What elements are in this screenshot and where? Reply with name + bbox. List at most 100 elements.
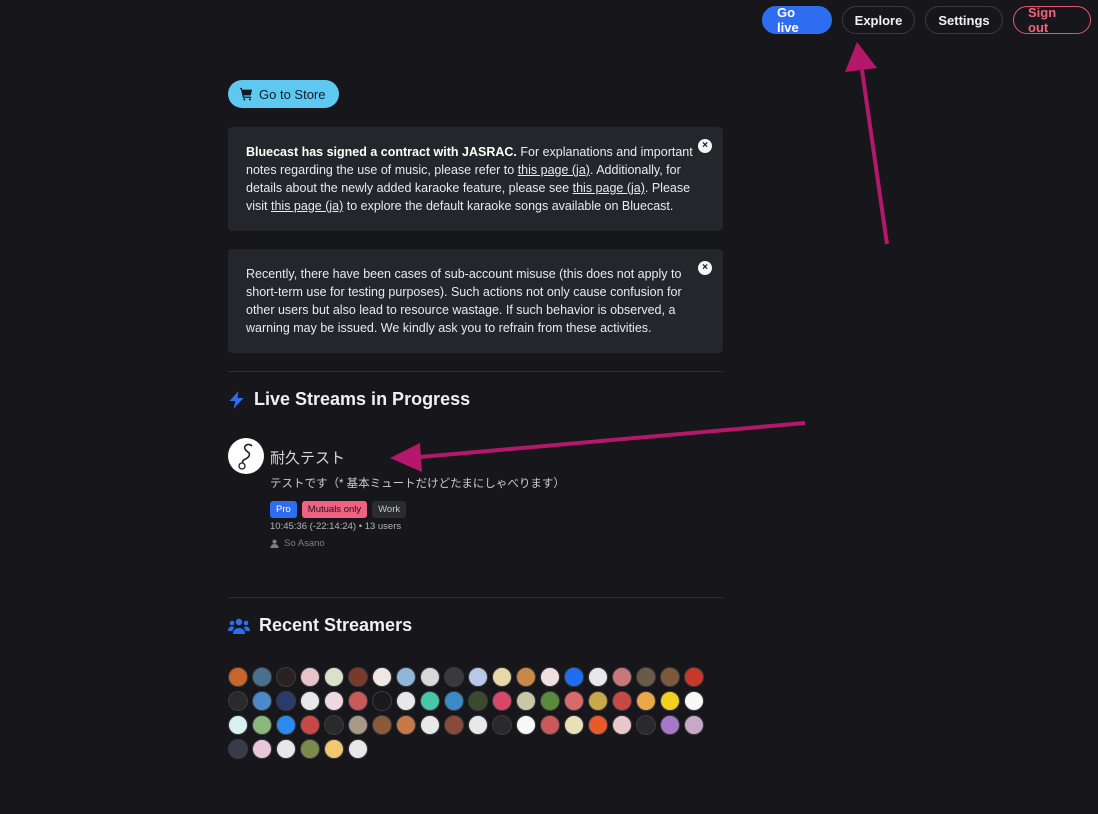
streamer-avatar[interactable] xyxy=(492,691,512,711)
streamer-avatar[interactable] xyxy=(420,715,440,735)
streamer-avatar[interactable] xyxy=(300,739,320,759)
streamer-avatar[interactable] xyxy=(420,667,440,687)
streamer-avatar[interactable] xyxy=(444,691,464,711)
streamer-avatar[interactable] xyxy=(252,739,272,759)
streamer-avatar[interactable] xyxy=(660,691,680,711)
streamer-avatar[interactable] xyxy=(684,667,704,687)
main-content: Go to Store × Bluecast has signed a cont… xyxy=(228,80,723,759)
streamer-avatar[interactable] xyxy=(540,691,560,711)
cart-icon xyxy=(239,87,253,101)
streamer-avatar[interactable] xyxy=(372,691,392,711)
streamer-avatar[interactable] xyxy=(540,667,560,687)
notice-text: to explore the default karaoke songs ava… xyxy=(343,199,674,213)
streamer-avatar[interactable] xyxy=(396,715,416,735)
top-nav: Go live Explore Settings Sign out xyxy=(762,5,1091,35)
sign-out-button[interactable]: Sign out xyxy=(1013,5,1091,35)
streamer-avatar[interactable] xyxy=(636,691,656,711)
streamer-avatar[interactable] xyxy=(660,715,680,735)
streamer-avatar[interactable] xyxy=(468,715,488,735)
streamer-avatar[interactable] xyxy=(516,715,536,735)
streamer-avatar[interactable] xyxy=(564,691,584,711)
streamer-avatar[interactable] xyxy=(540,715,560,735)
karaoke-page-link[interactable]: this page (ja) xyxy=(573,181,645,195)
streamer-avatar[interactable] xyxy=(252,691,272,711)
streamer-avatar[interactable] xyxy=(588,715,608,735)
streamer-avatar[interactable] xyxy=(492,715,512,735)
streamer-avatar[interactable] xyxy=(612,667,632,687)
streamer-avatar[interactable] xyxy=(588,667,608,687)
explore-button[interactable]: Explore xyxy=(842,6,915,34)
settings-button[interactable]: Settings xyxy=(925,6,1003,34)
streamer-avatar[interactable] xyxy=(612,715,632,735)
live-streams-heading: Live Streams in Progress xyxy=(228,389,723,410)
streamer-avatar[interactable] xyxy=(396,691,416,711)
streamer-avatar[interactable] xyxy=(684,715,704,735)
streamer-avatar[interactable] xyxy=(564,667,584,687)
mutuals-only-badge: Mutuals only xyxy=(301,501,368,518)
streamer-avatar[interactable] xyxy=(444,715,464,735)
streamer-avatar[interactable] xyxy=(324,715,344,735)
streamer-avatar[interactable] xyxy=(324,691,344,711)
music-page-link[interactable]: this page (ja) xyxy=(518,163,590,177)
stream-avatar[interactable] xyxy=(228,438,264,474)
users-icon xyxy=(228,618,250,634)
streamer-avatar[interactable] xyxy=(228,739,248,759)
stream-user[interactable]: So Asano xyxy=(270,538,565,549)
streamer-avatar[interactable] xyxy=(468,667,488,687)
user-icon xyxy=(270,539,279,548)
live-stream-item[interactable]: 耐久テスト テストです（* 基本ミュートだけどたまにしゃべります） Pro Mu… xyxy=(228,438,723,549)
streamer-avatar[interactable] xyxy=(564,715,584,735)
streamer-avatar[interactable] xyxy=(228,667,248,687)
karaoke-songs-link[interactable]: this page (ja) xyxy=(271,199,343,213)
streamer-avatar[interactable] xyxy=(324,667,344,687)
streamer-avatar[interactable] xyxy=(348,739,368,759)
streamer-avatar[interactable] xyxy=(300,667,320,687)
go-to-store-button[interactable]: Go to Store xyxy=(228,80,340,108)
close-notice-icon[interactable]: × xyxy=(698,139,712,153)
streamer-avatar[interactable] xyxy=(372,715,392,735)
streamer-avatar[interactable] xyxy=(444,667,464,687)
streamer-avatar[interactable] xyxy=(348,691,368,711)
close-notice-icon[interactable]: × xyxy=(698,261,712,275)
streamer-avatar[interactable] xyxy=(612,691,632,711)
notice-text: Recently, there have been cases of sub-a… xyxy=(246,267,682,335)
streamer-avatar[interactable] xyxy=(420,691,440,711)
notice-bold-text: Bluecast has signed a contract with JASR… xyxy=(246,145,517,159)
streamer-avatar[interactable] xyxy=(300,691,320,711)
streamer-avatar[interactable] xyxy=(252,715,272,735)
streamer-avatar[interactable] xyxy=(276,715,296,735)
streamer-avatar[interactable] xyxy=(252,667,272,687)
streamer-avatar[interactable] xyxy=(396,667,416,687)
divider xyxy=(228,371,723,372)
streamer-avatar[interactable] xyxy=(228,715,248,735)
recent-streamers-grid xyxy=(228,667,708,759)
streamer-avatar[interactable] xyxy=(516,691,536,711)
recent-streamers-heading: Recent Streamers xyxy=(228,615,723,636)
stream-user-name: So Asano xyxy=(284,538,325,549)
streamer-avatar[interactable] xyxy=(468,691,488,711)
streamer-avatar[interactable] xyxy=(348,667,368,687)
streamer-avatar[interactable] xyxy=(660,667,680,687)
arrow-head-icon xyxy=(845,42,877,72)
streamer-avatar[interactable] xyxy=(636,715,656,735)
jasrac-notice: × Bluecast has signed a contract with JA… xyxy=(228,127,723,231)
go-to-store-label: Go to Store xyxy=(259,86,326,102)
live-streams-title: Live Streams in Progress xyxy=(254,389,471,409)
streamer-avatar[interactable] xyxy=(276,691,296,711)
divider xyxy=(228,597,723,598)
streamer-avatar[interactable] xyxy=(228,691,248,711)
streamer-avatar[interactable] xyxy=(372,667,392,687)
stream-title[interactable]: 耐久テスト xyxy=(270,447,565,468)
streamer-avatar[interactable] xyxy=(276,739,296,759)
streamer-avatar[interactable] xyxy=(516,667,536,687)
go-live-button[interactable]: Go live xyxy=(762,5,832,35)
streamer-avatar[interactable] xyxy=(588,691,608,711)
streamer-avatar[interactable] xyxy=(636,667,656,687)
lightning-icon xyxy=(229,390,244,409)
streamer-avatar[interactable] xyxy=(492,667,512,687)
streamer-avatar[interactable] xyxy=(348,715,368,735)
streamer-avatar[interactable] xyxy=(324,739,344,759)
streamer-avatar[interactable] xyxy=(300,715,320,735)
streamer-avatar[interactable] xyxy=(276,667,296,687)
streamer-avatar[interactable] xyxy=(684,691,704,711)
